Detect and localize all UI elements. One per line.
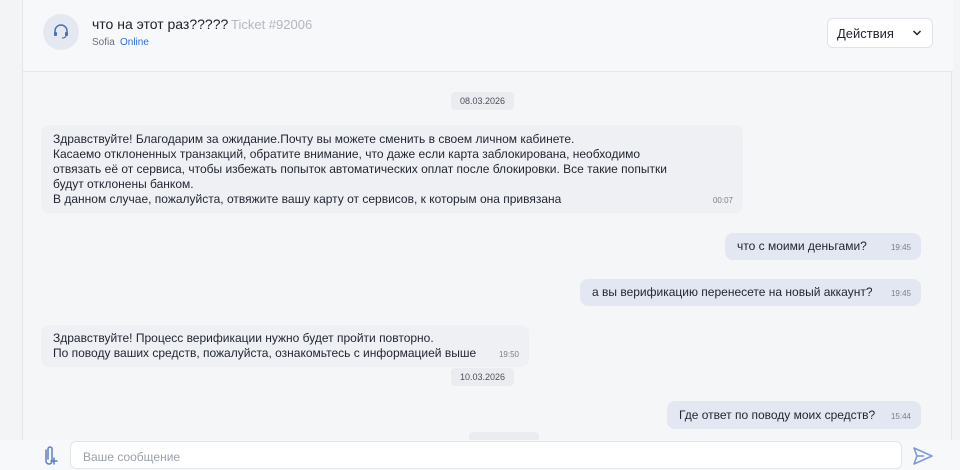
agent-status: Online [120,37,149,48]
agent-name: Sofia [92,37,115,48]
message-time: 15:44 [890,412,911,421]
message-line: отвязать её от сервиса, чтобы избежать п… [53,162,667,176]
message-text: а вы верификацию перенесете на новый акк… [592,285,873,299]
message-line: будут отклонены банком. [53,177,194,191]
avatar [43,14,79,50]
paperclip-icon[interactable] [40,444,60,468]
message-text: что с моими деньгами? [737,239,867,253]
message-line: По поводу ваших средств, пожалуйста, озн… [53,346,477,360]
chat-title: что на этот раз????? [92,16,229,32]
date-separator: 10.03.2026 [451,368,515,386]
date-separator-partial [469,432,539,440]
message-time: 19:45 [890,243,911,252]
message-line: Здравствуйте! Благодарим за ожидание.Поч… [53,132,575,146]
incoming-message: Здравствуйте! Процесс верификации нужно … [41,325,529,367]
ticket-number: Ticket #92006 [231,17,313,32]
outgoing-message: что с моими деньгами? 19:45 [725,233,921,260]
chevron-down-icon [912,30,922,36]
support-agent-icon [54,24,68,39]
message-line: Здравствуйте! Процесс верификации нужно … [53,331,434,345]
outgoing-message: а вы верификацию перенесете на новый акк… [580,279,921,306]
chat-header: что на этот раз????? Ticket #92006 Sofia… [23,0,953,72]
actions-label: Действия [837,26,894,41]
message-time: 00:07 [712,196,733,205]
message-line: Касаемо отклоненных транзакций, обратите… [53,147,641,161]
message-input[interactable]: Ваше сообщение [70,441,902,469]
send-icon[interactable] [912,446,934,466]
incoming-message: Здравствуйте! Благодарим за ожидание.Поч… [41,125,743,213]
message-time: 19:50 [498,350,519,359]
message-time: 19:45 [890,289,911,298]
chat-panel: что на этот раз????? Ticket #92006 Sofia… [22,0,953,470]
message-line: В данном случае, пожалуйста, отвяжите ва… [53,192,562,206]
message-text: Где ответ по поводу моих средств? [679,408,876,422]
outgoing-message: Где ответ по поводу моих средств? 15:44 [667,401,921,429]
date-separator: 08.03.2026 [451,92,515,110]
actions-dropdown[interactable]: Действия [827,18,933,48]
